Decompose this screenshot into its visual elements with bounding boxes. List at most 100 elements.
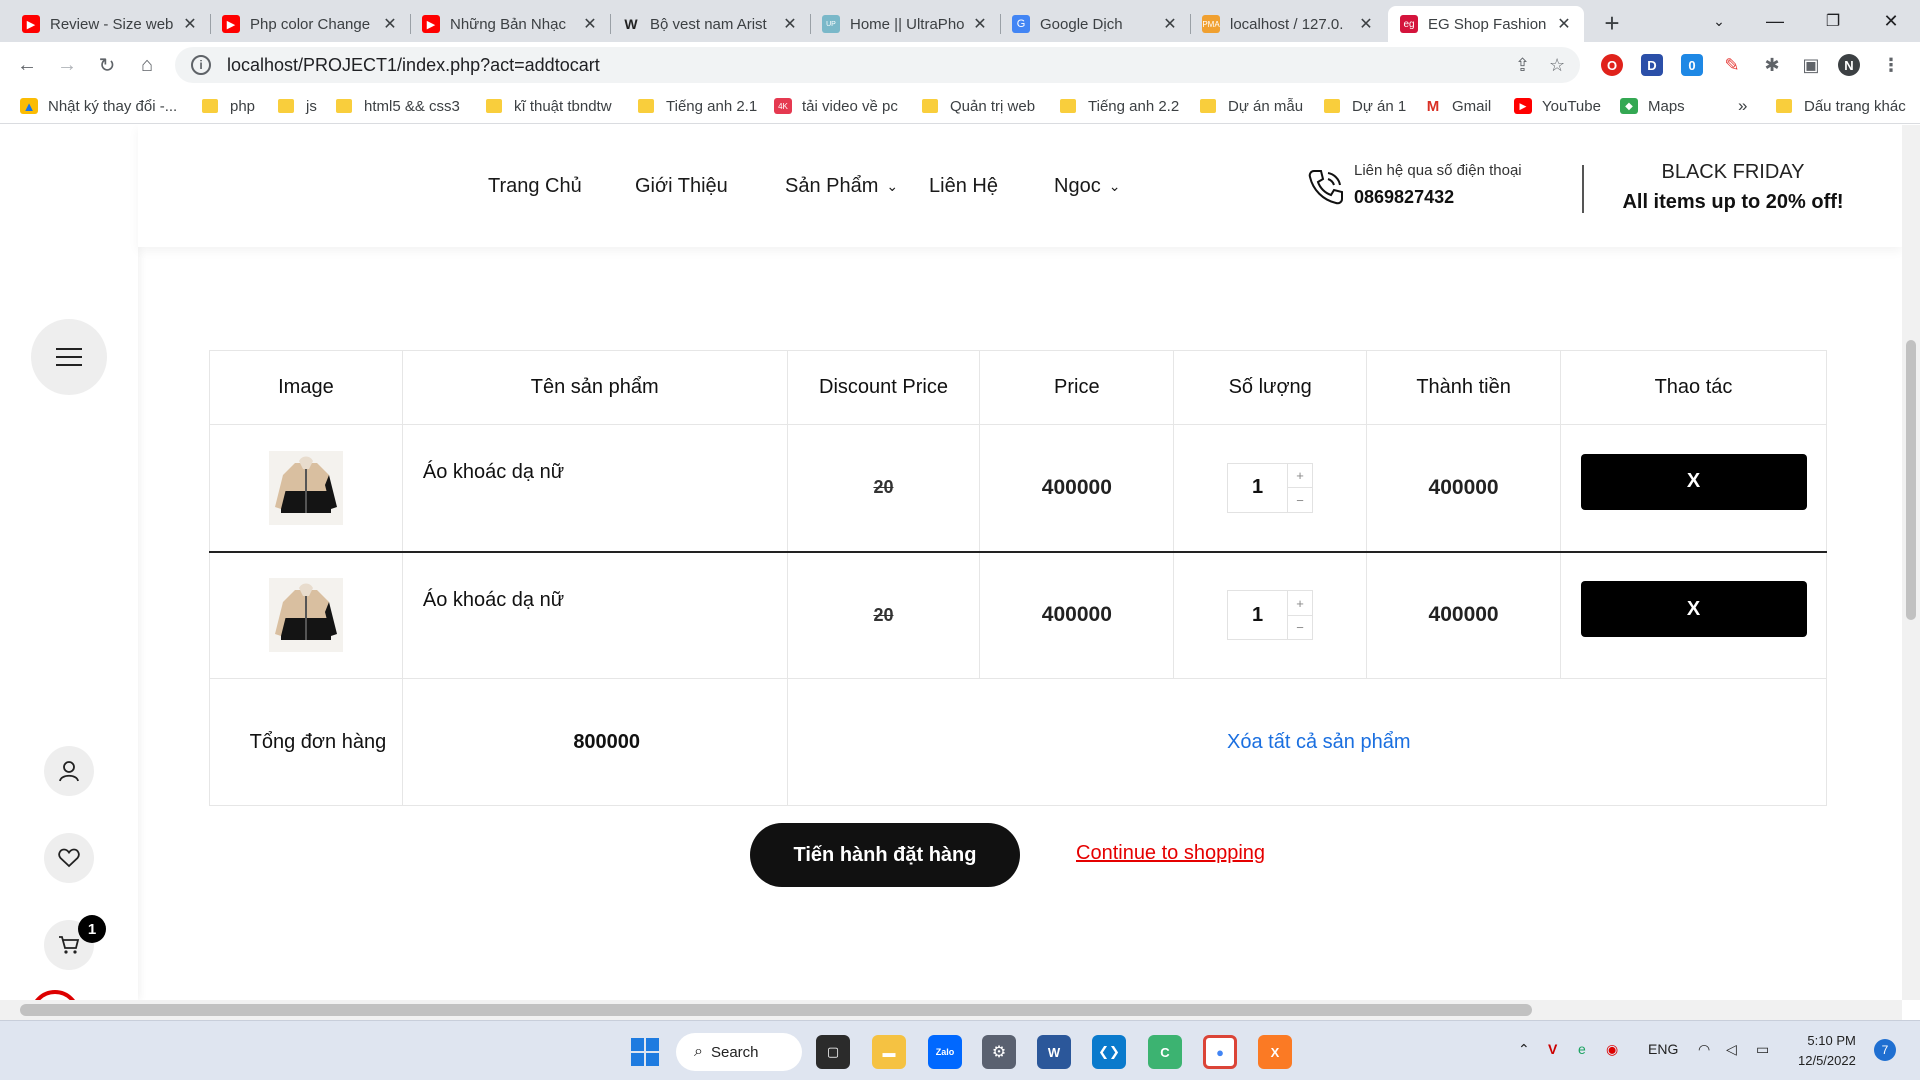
- product-name[interactable]: Áo khoác dạ nữ: [401, 424, 788, 553]
- vertical-scrollbar[interactable]: [1902, 125, 1920, 1000]
- nav-contact[interactable]: Liên Hệ: [929, 175, 998, 198]
- browser-tab-active[interactable]: eg EG Shop Fashion ✕: [1388, 6, 1584, 42]
- bookmark-item[interactable]: ◆ Maps: [1620, 94, 1685, 118]
- close-icon[interactable]: ✕: [1160, 14, 1180, 34]
- chevron-up-icon[interactable]: ⌃: [1518, 1041, 1530, 1058]
- word-icon[interactable]: W: [1037, 1035, 1071, 1069]
- bookmark-item[interactable]: 4K tải video về pc: [774, 94, 898, 118]
- horizontal-scrollbar[interactable]: [0, 1000, 1902, 1020]
- battery-icon[interactable]: ▭: [1756, 1041, 1769, 1058]
- continue-shopping-link[interactable]: Continue to shopping: [1076, 842, 1265, 865]
- scrollbar-thumb[interactable]: [20, 1004, 1532, 1016]
- extension-badge-icon[interactable]: 0: [1681, 54, 1703, 76]
- other-bookmarks-folder[interactable]: Dấu trang khác: [1776, 94, 1906, 118]
- address-bar[interactable]: i localhost/PROJECT1/index.php?act=addto…: [175, 47, 1580, 83]
- wishlist-button[interactable]: [44, 833, 94, 883]
- quantity-decrease-button[interactable]: −: [1288, 616, 1312, 640]
- restore-button[interactable]: ❐: [1804, 0, 1862, 42]
- tray-app-icon[interactable]: V: [1548, 1041, 1557, 1057]
- bookmark-folder[interactable]: js: [278, 94, 317, 118]
- quantity-increase-button[interactable]: +: [1287, 464, 1313, 489]
- account-button[interactable]: [44, 746, 94, 796]
- bookmark-item[interactable]: ▶ YouTube: [1514, 94, 1601, 118]
- close-icon[interactable]: ✕: [180, 14, 200, 34]
- color-picker-extension-icon[interactable]: ✎: [1721, 54, 1743, 76]
- nav-about[interactable]: Giới Thiệu: [635, 175, 728, 198]
- reload-icon[interactable]: ↻: [92, 50, 122, 80]
- profile-avatar[interactable]: N: [1838, 54, 1860, 76]
- nav-products[interactable]: Sản Phẩm ⌄: [785, 175, 898, 198]
- tray-app-icon[interactable]: e: [1578, 1041, 1586, 1057]
- counter-badge[interactable]: 14: [30, 990, 80, 1000]
- zalo-icon[interactable]: Zalo: [928, 1035, 962, 1069]
- tab-search-chevron-icon[interactable]: ⌄: [1690, 0, 1748, 42]
- bookmarks-overflow-button[interactable]: »: [1738, 94, 1747, 118]
- minimize-button[interactable]: —: [1746, 0, 1804, 42]
- dashlane-extension-icon[interactable]: D: [1641, 54, 1663, 76]
- browser-tab[interactable]: W Bộ vest nam Arist ✕: [610, 6, 810, 42]
- bookmark-folder[interactable]: kĩ thuật tbndtw: [486, 94, 612, 118]
- kebab-menu-icon[interactable]: ⋮: [1880, 54, 1902, 76]
- nav-user-menu[interactable]: Ngoc ⌄: [1054, 175, 1120, 198]
- side-panel-icon[interactable]: ▣: [1800, 54, 1822, 76]
- xampp-icon[interactable]: X: [1258, 1035, 1292, 1069]
- quantity-value[interactable]: 1: [1228, 464, 1287, 512]
- close-icon[interactable]: ✕: [780, 14, 800, 34]
- wifi-icon[interactable]: ◠: [1698, 1041, 1710, 1058]
- forward-arrow-icon[interactable]: →: [52, 50, 82, 80]
- clock[interactable]: 5:10 PM 12/5/2022: [1798, 1031, 1856, 1071]
- quantity-increase-button[interactable]: +: [1287, 591, 1313, 616]
- quantity-decrease-button[interactable]: −: [1288, 488, 1312, 512]
- puzzle-extensions-icon[interactable]: ✱: [1761, 54, 1783, 76]
- product-thumbnail[interactable]: [268, 450, 343, 525]
- close-icon[interactable]: ✕: [970, 14, 990, 34]
- close-icon[interactable]: ✕: [1554, 14, 1574, 34]
- close-icon[interactable]: ✕: [1356, 14, 1376, 34]
- tray-app-icon[interactable]: ◉: [1606, 1041, 1618, 1058]
- remove-item-button[interactable]: X: [1580, 453, 1807, 510]
- new-tab-button[interactable]: +: [1597, 8, 1627, 38]
- chrome-icon[interactable]: ●: [1203, 1035, 1237, 1069]
- scrollbar-thumb[interactable]: [1906, 340, 1916, 620]
- nav-home[interactable]: Trang Chủ: [488, 175, 582, 198]
- bookmark-folder[interactable]: Quản trị web: [922, 94, 1035, 118]
- browser-tab[interactable]: ▶ Review - Size web ✕: [10, 6, 210, 42]
- file-explorer-icon[interactable]: ▬: [872, 1035, 906, 1069]
- bookmark-folder[interactable]: html5 && css3: [336, 94, 460, 118]
- browser-tab[interactable]: ▶ Những Bản Nhạc ✕: [410, 6, 610, 42]
- quantity-value[interactable]: 1: [1228, 591, 1287, 639]
- bookmark-star-icon[interactable]: ☆: [1549, 55, 1565, 76]
- window-close-button[interactable]: ✕: [1862, 0, 1920, 42]
- remove-item-button[interactable]: X: [1580, 581, 1807, 638]
- hamburger-menu-button[interactable]: [31, 319, 107, 395]
- browser-tab[interactable]: G Google Dịch ✕: [1000, 6, 1190, 42]
- bookmark-folder[interactable]: php: [202, 94, 255, 118]
- taskbar-search[interactable]: ⌕ Search: [676, 1033, 802, 1071]
- product-thumbnail[interactable]: [268, 578, 343, 653]
- bookmark-item[interactable]: ▲ Nhật ký thay đổi -...: [20, 94, 177, 118]
- browser-tab[interactable]: PMA localhost / 127.0. ✕: [1190, 6, 1386, 42]
- bookmark-folder[interactable]: Tiếng anh 2.1: [638, 94, 757, 118]
- browser-tab[interactable]: UP Home || UltraPho ✕: [810, 6, 1000, 42]
- site-info-icon[interactable]: i: [191, 55, 211, 75]
- back-arrow-icon[interactable]: ←: [12, 50, 42, 80]
- home-icon[interactable]: ⌂: [132, 50, 162, 80]
- product-name[interactable]: Áo khoác dạ nữ: [401, 551, 788, 679]
- close-icon[interactable]: ✕: [580, 14, 600, 34]
- language-indicator[interactable]: ENG: [1648, 1041, 1678, 1057]
- share-icon[interactable]: ⇪: [1515, 55, 1530, 76]
- coc-coc-icon[interactable]: C: [1148, 1035, 1182, 1069]
- windows-start-button[interactable]: [628, 1035, 662, 1069]
- contact-phone[interactable]: 0869827432: [1354, 187, 1454, 208]
- bookmark-folder[interactable]: Dự án 1: [1324, 94, 1406, 118]
- quantity-stepper[interactable]: 1 + −: [1227, 590, 1314, 641]
- volume-icon[interactable]: ◁: [1726, 1041, 1737, 1058]
- clear-all-link[interactable]: Xóa tất cả sản phẩm: [1227, 731, 1410, 753]
- bookmark-item[interactable]: M Gmail: [1424, 94, 1491, 118]
- url-text[interactable]: localhost/PROJECT1/index.php?act=addtoca…: [227, 55, 600, 76]
- settings-gear-icon[interactable]: ⚙: [982, 1035, 1016, 1069]
- browser-tab[interactable]: ▶ Php color Change ✕: [210, 6, 410, 42]
- quantity-stepper[interactable]: 1 + −: [1227, 462, 1314, 513]
- bookmark-folder[interactable]: Tiếng anh 2.2: [1060, 94, 1179, 118]
- opera-extension-icon[interactable]: O: [1601, 54, 1623, 76]
